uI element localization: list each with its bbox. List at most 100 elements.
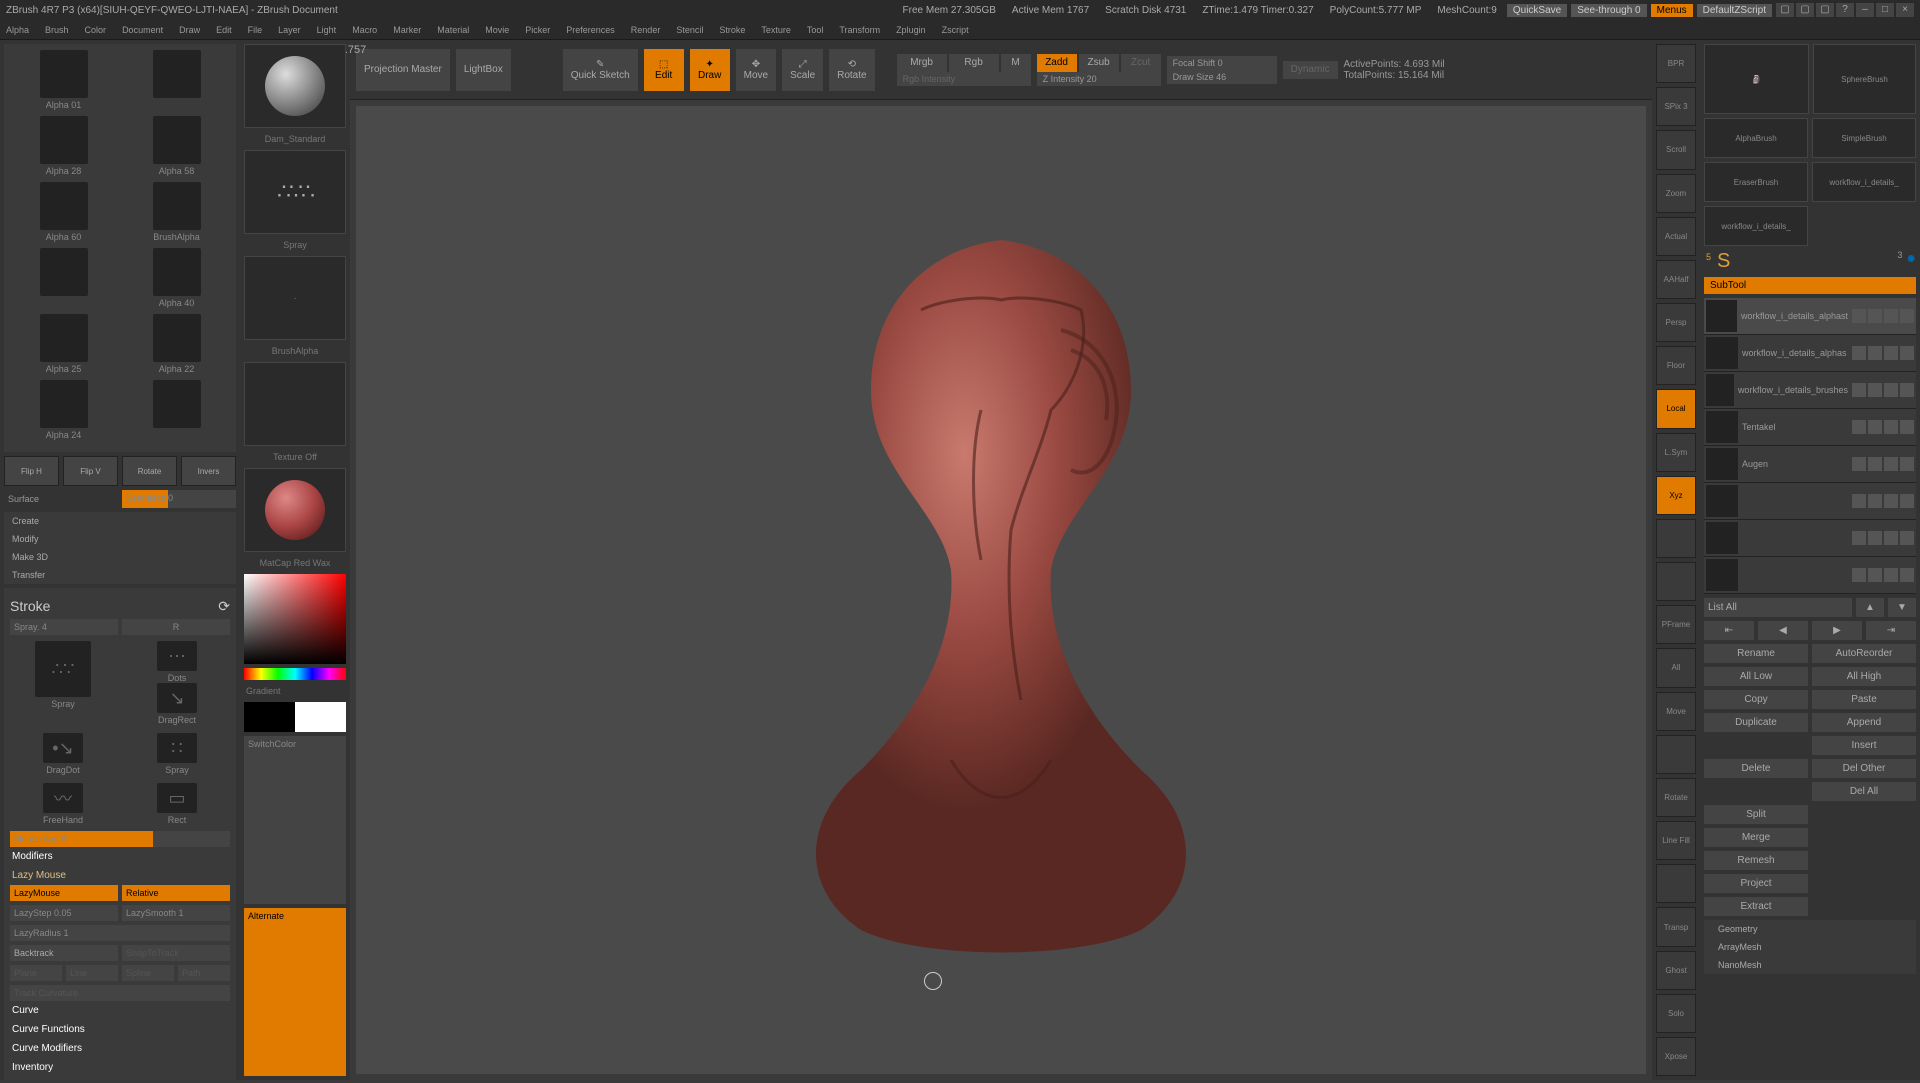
subtool-item[interactable]: workflow_i_details_brushes bbox=[1704, 372, 1916, 409]
backtrack-toggle[interactable]: Backtrack bbox=[10, 945, 118, 961]
fliph-btn[interactable]: Flip H bbox=[4, 456, 59, 486]
invers-btn[interactable]: Invers bbox=[181, 456, 236, 486]
dots-stroke[interactable]: ⋯ bbox=[157, 641, 197, 671]
seamless-slider[interactable]: Seamless 0 bbox=[122, 490, 236, 508]
up-icon[interactable]: ▲ bbox=[1856, 598, 1884, 617]
alpha-thumb[interactable] bbox=[153, 380, 201, 428]
rtool-l.sym[interactable]: L.Sym bbox=[1656, 433, 1696, 472]
merge-btn[interactable]: Merge bbox=[1704, 828, 1808, 847]
rtool-rotate[interactable]: Rotate bbox=[1656, 778, 1696, 817]
drawsize-slider[interactable]: Draw Size 46 bbox=[1167, 70, 1277, 84]
current-tool-thumb[interactable]: 🗿 bbox=[1704, 44, 1809, 114]
lazymouse-head[interactable]: Lazy Mouse bbox=[10, 866, 230, 885]
spray-slider[interactable]: Spray. 4 bbox=[10, 619, 118, 635]
relative-toggle[interactable]: Relative bbox=[122, 885, 230, 901]
nav-d[interactable]: ⇥ bbox=[1866, 621, 1916, 640]
rtool-xyz[interactable]: Xyz bbox=[1656, 476, 1696, 515]
color-picker[interactable] bbox=[244, 574, 346, 664]
rotate-btn[interactable]: ⟲Rotate bbox=[829, 49, 874, 91]
menu-render[interactable]: Render bbox=[631, 25, 661, 35]
subtool-item[interactable]: Tentakel bbox=[1704, 409, 1916, 446]
rsection-geometry[interactable]: Geometry bbox=[1704, 920, 1916, 938]
rtool-scroll[interactable]: Scroll bbox=[1656, 130, 1696, 169]
win-a[interactable]: ▢ bbox=[1776, 3, 1794, 17]
menu-preferences[interactable]: Preferences bbox=[566, 25, 615, 35]
rtool-move[interactable]: Move bbox=[1656, 692, 1696, 731]
dragrect-stroke[interactable]: ↘ bbox=[157, 683, 197, 713]
rtool-all[interactable]: All bbox=[1656, 648, 1696, 687]
rect-stroke[interactable]: ▭ bbox=[157, 783, 197, 813]
spline-btn[interactable]: Spline bbox=[122, 965, 174, 981]
mrgb-btn[interactable]: Mrgb bbox=[897, 54, 947, 72]
append-btn[interactable]: Append bbox=[1812, 713, 1916, 732]
lazysmooth-slider[interactable]: LazySmooth 1 bbox=[122, 905, 230, 921]
nav-b[interactable]: ◀ bbox=[1758, 621, 1808, 640]
delete-btn[interactable]: Delete bbox=[1704, 759, 1808, 778]
menu-tool[interactable]: Tool bbox=[807, 25, 824, 35]
rtool-pframe[interactable]: PFrame bbox=[1656, 605, 1696, 644]
menu-zscript[interactable]: Zscript bbox=[942, 25, 969, 35]
split-btn[interactable]: Split bbox=[1704, 805, 1808, 824]
defaultscript[interactable]: DefaultZScript bbox=[1697, 4, 1772, 17]
tool-workflow_i_details_[interactable]: workflow_i_details_ bbox=[1812, 162, 1916, 202]
allhigh-btn[interactable]: All High bbox=[1812, 667, 1916, 686]
viewport[interactable] bbox=[356, 106, 1646, 1074]
menu-marker[interactable]: Marker bbox=[393, 25, 421, 35]
rgbint-slider[interactable]: Rgb Intensity bbox=[897, 72, 1031, 86]
rotate-btn[interactable]: Rotate bbox=[122, 456, 177, 486]
m-btn[interactable]: M bbox=[1001, 54, 1031, 72]
alpha-thumb[interactable] bbox=[153, 314, 201, 362]
section-make3d[interactable]: Make 3D bbox=[4, 548, 236, 566]
lightbox-btn[interactable]: LightBox bbox=[456, 49, 511, 91]
alpha-thumb[interactable] bbox=[153, 182, 201, 230]
plane-btn[interactable]: Plane bbox=[10, 965, 62, 981]
draw-btn[interactable]: ✦Draw bbox=[690, 49, 730, 91]
alpha-thumb[interactable] bbox=[40, 116, 88, 164]
delother-btn[interactable]: Del Other bbox=[1812, 759, 1916, 778]
project-btn[interactable]: Project bbox=[1704, 874, 1808, 893]
texture-thumb[interactable] bbox=[244, 362, 346, 446]
zint-slider[interactable]: Z Intensity 20 bbox=[1037, 72, 1161, 86]
menu-layer[interactable]: Layer bbox=[278, 25, 301, 35]
scale-btn[interactable]: ⤢Scale bbox=[782, 49, 823, 91]
zcut-btn[interactable]: Zcut bbox=[1121, 54, 1161, 72]
snaptrack-toggle[interactable]: SnapToTrack bbox=[122, 945, 230, 961]
stroke-thumb[interactable]: ∴∵∴ bbox=[244, 150, 346, 234]
swatch-black[interactable] bbox=[244, 702, 295, 732]
rtool-local[interactable]: Local bbox=[1656, 389, 1696, 428]
win-c[interactable]: ▢ bbox=[1816, 3, 1834, 17]
freehand-stroke[interactable]: 〰 bbox=[43, 783, 83, 813]
duplicate-btn[interactable]: Duplicate bbox=[1704, 713, 1808, 732]
subtool-item[interactable] bbox=[1704, 483, 1916, 520]
menu-light[interactable]: Light bbox=[317, 25, 337, 35]
rtool-blank[interactable] bbox=[1656, 864, 1696, 903]
menu-zplugin[interactable]: Zplugin bbox=[896, 25, 926, 35]
alpha-thumb[interactable] bbox=[40, 248, 88, 296]
rtool-actual[interactable]: Actual bbox=[1656, 217, 1696, 256]
dragdot-stroke[interactable]: •↘ bbox=[43, 733, 83, 763]
down-icon[interactable]: ▼ bbox=[1888, 598, 1916, 617]
close-icon[interactable]: × bbox=[1896, 3, 1914, 17]
matcap-thumb[interactable] bbox=[244, 468, 346, 552]
tool-spherebrush[interactable]: SphereBrush bbox=[1813, 44, 1916, 114]
zsub-btn[interactable]: Zsub bbox=[1079, 54, 1119, 72]
section-create[interactable]: Create bbox=[4, 512, 236, 530]
menu-document[interactable]: Document bbox=[122, 25, 163, 35]
menu-brush[interactable]: Brush bbox=[45, 25, 69, 35]
menu-material[interactable]: Material bbox=[437, 25, 469, 35]
curve-head[interactable]: Curve bbox=[10, 1001, 230, 1020]
rtool-linefill[interactable]: Line Fill bbox=[1656, 821, 1696, 860]
r-button[interactable]: R bbox=[122, 619, 230, 635]
quicksketch-btn[interactable]: ✎Quick Sketch bbox=[563, 49, 638, 91]
rename-btn[interactable]: Rename bbox=[1704, 644, 1808, 663]
tool-alphabrush[interactable]: AlphaBrush bbox=[1704, 118, 1808, 158]
lazymouse-toggle[interactable]: LazyMouse bbox=[10, 885, 118, 901]
menu-file[interactable]: File bbox=[248, 25, 263, 35]
win-b[interactable]: ▢ bbox=[1796, 3, 1814, 17]
menu-stroke[interactable]: Stroke bbox=[719, 25, 745, 35]
remesh-btn[interactable]: Remesh bbox=[1704, 851, 1808, 870]
extract-btn[interactable]: Extract bbox=[1704, 897, 1808, 916]
delall-btn[interactable]: Del All bbox=[1812, 782, 1916, 801]
curvefn-head[interactable]: Curve Functions bbox=[10, 1020, 230, 1039]
subtool-item[interactable]: workflow_i_details_alphast bbox=[1704, 298, 1916, 335]
